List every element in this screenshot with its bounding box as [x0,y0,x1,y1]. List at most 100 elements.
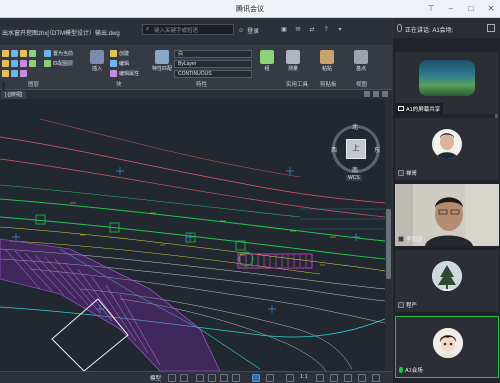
match-props-button[interactable]: 特性匹配 [152,50,172,72]
window-title: 腾讯会议 [236,6,264,13]
group-label: 组 [264,66,270,72]
viewport-minimize-icon[interactable] [364,91,370,97]
set-current-icon [44,50,51,57]
layer-lock-icon [20,50,27,57]
viewcube[interactable]: 上 北 南 西 东 WCS [328,121,384,183]
minimize-icon[interactable]: – [446,3,456,14]
hardware-icon[interactable] [358,374,366,382]
paste-icon [320,50,334,64]
model-tab[interactable]: 模型 [150,374,161,382]
share-icon[interactable]: ✉ [294,26,302,34]
grid-toggle-icon[interactable] [168,374,176,382]
layer-freeze-icon [11,50,18,57]
cad-login-button[interactable]: ☺ 登录 [238,26,260,36]
participant-tile-active[interactable]: A1会场 [395,316,499,378]
maximize-icon[interactable]: □ [466,3,476,14]
ortho-toggle-icon[interactable] [196,374,204,382]
avatar-image [436,133,458,159]
ribbon-group-utilities: 实用工具 [286,82,309,88]
viewport-controls [364,91,388,97]
viewport-restore-icon[interactable] [373,91,379,97]
layer-off-icon [2,50,9,57]
insert-button[interactable]: 插入 [90,50,104,72]
edit-label: 编辑 [119,61,130,67]
base-button[interactable]: 基点 [354,50,368,72]
layer-tools-row3[interactable] [2,70,27,77]
shared-screen: 出水窗开挖图zhx[（DTM模型设计）输出.dwg ⌕ 键入关键字或短语 ☺ 登… [0,18,392,383]
annotation-toggle-icon[interactable] [286,374,294,382]
viewport-label[interactable]: [-][俯视] [1,91,27,99]
spacer [2,82,5,90]
match-layer-tool[interactable]: 匹配图层 [44,60,73,67]
dropdown-icon[interactable]: ▾ [336,26,344,34]
polar-toggle-icon[interactable] [208,374,216,382]
lineweight-toggle-icon[interactable] [252,374,260,382]
group-icon [260,50,274,64]
edit-attr-icon [110,70,117,77]
cad-ribbon: 置为当前 匹配图层 图层 插入 创建 编辑 编辑属性 块 特性匹配 白 ByLa… [0,46,392,90]
color-select[interactable]: 白 [174,50,252,58]
create-block-tool[interactable]: 创建 [110,50,129,57]
meeting-app: 腾讯会议 ⊤ – □ ✕ 出水窗开挖图zhx[（DTM模型设计）输出.dwg ⌕… [0,0,500,383]
scale-readout[interactable]: 1:1 [300,374,308,380]
cart-icon[interactable]: ▣ [280,26,288,34]
paste-button[interactable]: 粘贴 [320,50,334,72]
help-icon[interactable]: ? [322,26,330,34]
canvas-scrollbar[interactable] [385,99,392,371]
layer-tools-row2[interactable] [2,60,36,67]
base-label: 基点 [355,66,366,72]
cad-login-label: 登录 [247,29,260,35]
scroll-thumb[interactable] [386,209,391,279]
measure-icon [286,50,300,64]
participant-name-tag: A1会场 [399,366,423,374]
edit-attr-tool[interactable]: 编辑属性 [110,70,139,77]
avatar [432,261,462,291]
isolate-icon[interactable] [344,374,352,382]
customize-icon[interactable] [372,374,380,382]
viewcube-west: 西 [331,148,338,154]
set-current-tool[interactable]: 置为当前 [44,50,73,57]
viewcube-east: 东 [374,148,381,154]
avatar [432,129,462,159]
annotation-ticks [70,202,336,266]
group-button[interactable]: 组 [260,50,274,72]
expand-icon[interactable] [487,24,495,32]
participant-tile-video[interactable]: 李国道 [395,184,499,246]
plus-icon[interactable] [330,374,338,382]
meeting-titlebar: 腾讯会议 ⊤ – □ ✕ [0,0,500,18]
participant-tile-2[interactable]: 禅哥 [395,118,499,180]
now-speaking-bar: 正在讲话: A1会场; [393,18,500,38]
lineweight-select[interactable]: CONTINUOUS [174,70,252,78]
layer-prev-icon [11,60,18,67]
linetype-select[interactable]: ByLayer [174,60,252,68]
cad-drawing-canvas[interactable]: 上 北 南 西 东 WCS [0,99,385,371]
viewcube-face[interactable]: 上 [346,139,366,159]
pin-icon[interactable]: ⊤ [426,3,436,14]
layer-tools-row1[interactable] [2,50,36,57]
user-icon: ☺ [238,27,245,34]
hatch-purple [0,238,221,371]
viewport-close-icon[interactable] [382,91,388,97]
close-icon[interactable]: ✕ [486,3,496,14]
cad-search-input[interactable]: ⌕ 键入关键字或短语 [142,24,234,35]
structure-magenta [237,253,313,269]
viewcube-south: 南 [352,168,359,174]
participant-tile-screen-share[interactable]: A1的屏幕共享 [395,52,499,114]
settings-icon[interactable] [316,374,324,382]
viewcube-wcs[interactable]: WCS [346,175,362,181]
participant-name-tag: 李国道 [398,235,423,243]
viewport-tab-bar: [-][俯视] [0,90,392,99]
lineweight-select-value: CONTINUOUS [178,71,212,77]
edit-block-tool[interactable]: 编辑 [110,60,129,67]
station-box-1 [35,214,46,225]
exchange-icon[interactable]: ⇄ [308,26,316,34]
mic-muted-icon [398,170,404,176]
otrack-toggle-icon[interactable] [232,374,240,382]
participant-tile-4[interactable]: 程严 [395,250,499,312]
osnap-toggle-icon[interactable] [220,374,228,382]
measure-button[interactable]: 测量 [286,50,300,72]
now-speaking-text: 正在讲话: A1会场; [405,28,454,34]
boundary-red-3 [39,118,301,178]
transparency-toggle-icon[interactable] [266,374,274,382]
snap-toggle-icon[interactable] [180,374,188,382]
